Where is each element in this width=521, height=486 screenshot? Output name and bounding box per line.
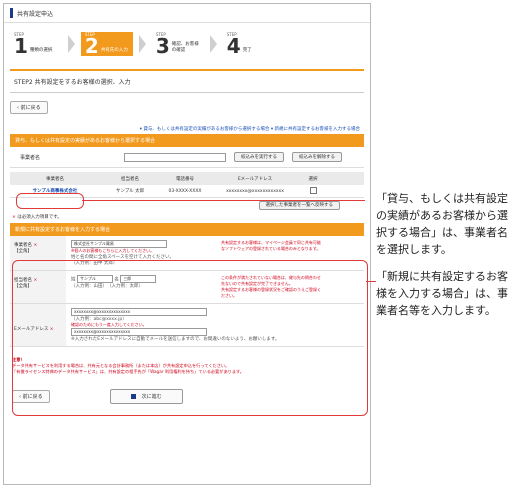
required-mark: × [12, 215, 16, 220]
link-new-customer[interactable]: ▾ 新規に共有設定するお客様を入力する場合 [271, 127, 360, 132]
required-note-text: は必須入力項目です。 [17, 215, 62, 220]
step-3: STEP 3 確認、お客様の確認 [152, 32, 204, 56]
side-note-1: 共有設定するお客様は、マイページ会員で同じ共有可能なソフトウェアの登録されている… [221, 240, 321, 251]
filter-button[interactable]: 絞込みを実行する [234, 152, 285, 162]
company-search-input[interactable] [124, 152, 227, 162]
step-1-number: 1 [14, 34, 28, 58]
page-header: 共有設定申込 [4, 4, 370, 23]
col-phone: 電話番号 [176, 176, 194, 182]
table-header: 事業者名 担当者名 電話番号 Eメールアドレス 選択 [10, 172, 364, 185]
search-label: 事業者名 [20, 154, 41, 161]
back-button-top[interactable]: ‹ 前に戻る [10, 101, 48, 114]
step-1-label: STEP [14, 32, 24, 37]
step-2-label: STEP [84, 32, 95, 37]
step2-title: STEP2 共有設定をするお客様の選択、入力 [10, 69, 364, 93]
step-1: STEP 1 種類の選択 [10, 32, 62, 56]
annotation-existing: 「貸与、もしくは共有設定の実績があるお客様から選択する場合」は、事業者名を選択し… [376, 192, 508, 256]
select-checkbox[interactable] [309, 186, 317, 194]
company-search-row: 事業者名 絞込みを実行する 絞込みを解除する [10, 147, 364, 168]
existing-section-heading: 貸与、もしくは共有設定の実績があるお客様から選択する場合 [10, 134, 364, 147]
callout-leader-2 [366, 281, 376, 282]
step-3-label: STEP [155, 32, 166, 37]
required-note: × は必須入力項目です。 [12, 214, 362, 220]
step-4-label: STEP [226, 32, 237, 37]
contact-cell: サンプル 太郎 [115, 189, 145, 194]
step-4-number: 4 [226, 34, 241, 58]
step-2: STEP 2 共有先の入力 [80, 32, 133, 58]
step-3-number: 3 [155, 34, 170, 58]
required-mark: × [33, 243, 38, 248]
col-email: Eメールアドレス [237, 176, 273, 182]
callout-company-link [16, 193, 84, 209]
callout-leader-1 [82, 200, 365, 201]
col-contact: 担当者名 [121, 176, 139, 182]
company-label: 事業者名 [14, 243, 32, 248]
step-3-text: 確認、お客様の確認 [171, 42, 199, 53]
step-indicator: STEP 1 種類の選択 STEP 2 共有先の入力 STEP 3 確認、お客様… [4, 23, 370, 63]
step-arrow-icon [209, 35, 217, 53]
page-title: 共有設定申込 [17, 10, 54, 18]
step-arrow-icon [67, 35, 75, 53]
company-name-input[interactable]: 株式会社サンプル貿易 [71, 240, 167, 248]
new-section-heading: 新規に共有設定するお客様を入力する場合 [10, 223, 364, 236]
company-sub: 【全角】 [14, 249, 32, 254]
step-4: STEP 4 完了 [223, 32, 275, 56]
company-hint-1: ※個人のお客様もこちらに入力してください。 [71, 248, 155, 253]
phone-cell: 03-XXXX-XXXX [168, 188, 202, 194]
clear-filter-button[interactable]: 絞込みを解除する [292, 152, 343, 162]
step-arrow-icon [138, 35, 146, 53]
step-2-text: 共有先の入力 [100, 48, 128, 53]
link-existing-customers[interactable]: ▾ 貸与、もしくは共有設定の実績があるお客様から選択する場合 [140, 127, 270, 132]
col-select: 選択 [308, 176, 318, 182]
step-4-text: 完了 [242, 48, 252, 53]
apply-selection-button[interactable]: 選択した事業者を一覧へ反映する [258, 201, 340, 210]
annotation-new: 「新規に共有設定するお客様を入力する場合」は、事業者名等を入力します。 [376, 270, 508, 317]
step-1-text: 種類の選択 [29, 48, 53, 53]
col-company: 事業者名 [46, 176, 64, 182]
callout-new-customer-form [12, 260, 368, 416]
header-accent-bar [10, 8, 13, 18]
step-2-number: 2 [84, 34, 99, 58]
section-links: ▾ 貸与、もしくは共有設定の実績があるお客様から選択する場合 ▾ 新規に共有設定… [4, 126, 370, 132]
email-cell: xxxxxxxx@xxxxxxxxxxxx [226, 188, 284, 194]
